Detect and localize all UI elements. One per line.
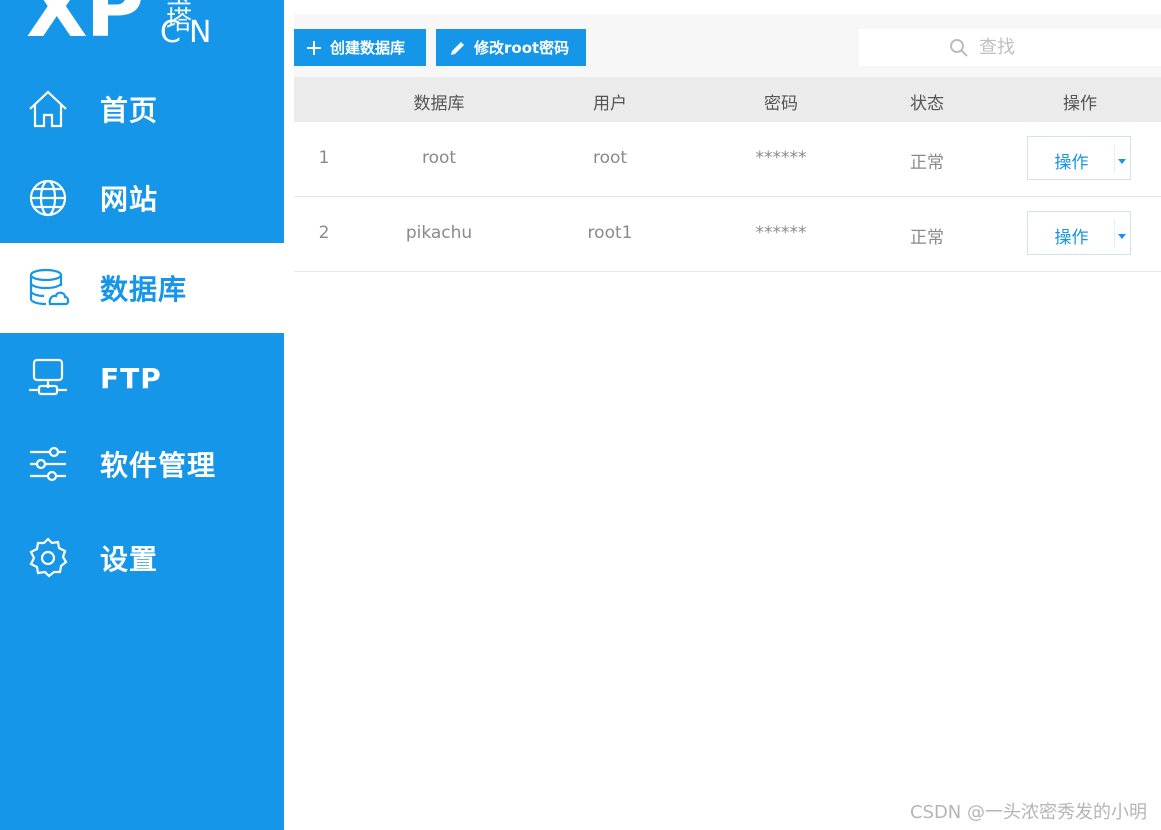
chevron-down-icon[interactable]	[1118, 234, 1126, 239]
create-database-button[interactable]: 创建数据库	[294, 29, 426, 66]
sidebar-item-label: 软件管理	[100, 449, 217, 482]
modify-root-password-label: 修改root密码	[474, 39, 570, 57]
column-header-user: 用户	[593, 94, 627, 114]
search-icon	[950, 38, 968, 57]
database-icon	[29, 268, 70, 306]
row-action-label: 操作	[1054, 153, 1089, 173]
home-icon	[29, 90, 67, 128]
sliders-icon	[30, 446, 66, 482]
column-header-database: 数据库	[413, 94, 465, 114]
table-row: 2 pikachu root1 ****** 正常 操作	[294, 197, 1161, 272]
create-database-label: 创建数据库	[330, 39, 406, 57]
ftp-server-icon	[29, 358, 67, 396]
row-user: root1	[587, 223, 633, 243]
row-password: ******	[755, 148, 807, 168]
globe-icon	[29, 179, 67, 217]
row-database: root	[421, 148, 457, 168]
logo-sub: CN	[160, 15, 220, 50]
row-password: ******	[755, 223, 807, 243]
sidebar-item-software[interactable]: 软件管理	[0, 419, 284, 509]
sidebar-item-label: 数据库	[100, 273, 188, 306]
sidebar-item-database[interactable]: 数据库	[0, 243, 284, 333]
sidebar-item-label: 设置	[100, 543, 159, 576]
row-index: 1	[318, 148, 330, 168]
row-action-button[interactable]: 操作	[1027, 136, 1131, 180]
table-row: 1 root root ****** 正常 操作	[294, 122, 1161, 197]
row-user: root	[592, 148, 628, 168]
sidebar-item-label: FTP	[100, 361, 162, 395]
column-header-status: 状态	[910, 94, 944, 114]
sidebar: XP 宝塔 CN 首页 网站 数据库 FTP	[0, 0, 284, 830]
sidebar-item-website[interactable]: 网站	[0, 153, 284, 243]
main-panel: 创建数据库 修改root密码 数据库 用户 密码 状态 操作 1 root ro…	[284, 0, 1161, 830]
row-action-button[interactable]: 操作	[1027, 211, 1131, 255]
action-divider	[1114, 220, 1115, 248]
table-header: 数据库 用户 密码 状态 操作	[294, 77, 1161, 122]
watermark: CSDN @一头浓密秀发的小明	[909, 802, 1147, 823]
row-index: 2	[318, 223, 330, 243]
row-action-label: 操作	[1054, 228, 1089, 248]
row-status: 正常	[910, 228, 944, 248]
row-status: 正常	[910, 153, 944, 173]
sidebar-item-settings[interactable]: 设置	[0, 513, 284, 603]
modify-root-password-button[interactable]: 修改root密码	[436, 29, 586, 66]
sidebar-item-home[interactable]: 首页	[0, 64, 284, 154]
search-box[interactable]	[859, 29, 1161, 66]
gear-icon	[29, 537, 68, 578]
pencil-icon	[451, 41, 464, 55]
plus-icon	[307, 40, 321, 55]
search-input[interactable]	[977, 36, 1071, 59]
logo-main: XP	[26, 0, 144, 55]
sidebar-item-label: 网站	[100, 183, 159, 216]
sidebar-item-label: 首页	[100, 94, 159, 127]
sidebar-item-ftp[interactable]: FTP	[0, 333, 284, 423]
column-header-action: 操作	[1063, 94, 1097, 114]
row-database: pikachu	[405, 223, 473, 243]
action-divider	[1114, 145, 1115, 173]
column-header-password: 密码	[764, 94, 798, 114]
chevron-down-icon[interactable]	[1118, 159, 1126, 164]
